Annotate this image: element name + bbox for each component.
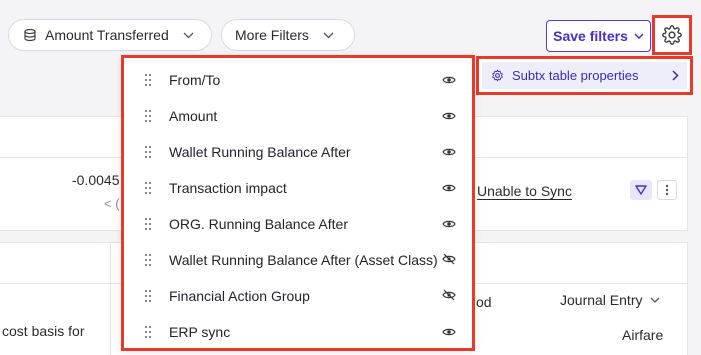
- drag-handle-icon[interactable]: [144, 253, 152, 267]
- gear-icon: [492, 69, 503, 82]
- eye-icon[interactable]: [442, 72, 456, 88]
- sync-status[interactable]: Unable to Sync: [477, 183, 572, 199]
- amount-value: -0.0045: [72, 172, 120, 188]
- table-property-row[interactable]: ORG. Running Balance After: [124, 206, 472, 242]
- kebab-menu-icon[interactable]: [657, 180, 677, 200]
- table-properties-menu: From/To Amount Wallet Running Balance Af…: [121, 55, 475, 351]
- table-property-row[interactable]: Amount: [124, 98, 472, 134]
- column-header-fragment: od: [476, 294, 492, 310]
- table-property-row[interactable]: From/To: [124, 62, 472, 98]
- eye-off-icon[interactable]: [442, 252, 456, 268]
- amount-transferred-filter[interactable]: Amount Transferred: [8, 19, 212, 51]
- eye-icon[interactable]: [442, 216, 456, 232]
- chevron-down-icon: [634, 33, 644, 39]
- table-properties-list: From/To Amount Wallet Running Balance Af…: [124, 62, 472, 350]
- table-property-row[interactable]: Financial Action Group: [124, 278, 472, 314]
- eye-icon[interactable]: [442, 180, 456, 196]
- more-filters-label: More Filters: [235, 27, 309, 43]
- journal-entry-label: Journal Entry: [560, 292, 643, 308]
- save-filters-label: Save filters: [553, 28, 628, 44]
- drag-handle-icon[interactable]: [144, 217, 152, 231]
- table-property-label: From/To: [169, 72, 221, 88]
- journal-entry-select[interactable]: Journal Entry: [560, 292, 660, 308]
- filter-icon[interactable]: [630, 180, 652, 200]
- table-property-label: Transaction impact: [169, 180, 287, 196]
- background-divider-left: [0, 283, 112, 284]
- more-filters-button[interactable]: More Filters: [221, 19, 355, 51]
- table-property-label: Financial Action Group: [169, 288, 310, 304]
- amount-transferred-label: Amount Transferred: [45, 27, 169, 43]
- coins-icon: [24, 28, 36, 42]
- settings-button[interactable]: [652, 15, 692, 55]
- settings-submenu: Subtx table properties: [476, 56, 693, 95]
- chevron-down-icon: [323, 32, 334, 38]
- table-property-row[interactable]: Wallet Running Balance After: [124, 134, 472, 170]
- chevron-down-icon: [183, 32, 194, 38]
- subtx-table-properties-label: Subtx table properties: [512, 68, 639, 83]
- subtx-table-properties-item[interactable]: Subtx table properties: [482, 62, 687, 89]
- eye-icon[interactable]: [442, 108, 456, 124]
- table-property-row[interactable]: Wallet Running Balance After (Asset Clas…: [124, 242, 472, 278]
- airfare-value: Airfare: [622, 327, 664, 343]
- drag-handle-icon[interactable]: [144, 325, 152, 339]
- eye-icon[interactable]: [442, 144, 456, 160]
- drag-handle-icon[interactable]: [144, 73, 152, 87]
- table-property-row[interactable]: Transaction impact: [124, 170, 472, 206]
- chevron-right-icon: [672, 70, 679, 81]
- amount-subtext: < (: [104, 196, 120, 211]
- gear-icon: [662, 25, 682, 45]
- eye-icon[interactable]: [442, 324, 456, 340]
- drag-handle-icon[interactable]: [144, 145, 152, 159]
- drag-handle-icon[interactable]: [144, 109, 152, 123]
- eye-off-icon[interactable]: [442, 288, 456, 304]
- table-property-label: Amount: [169, 108, 218, 124]
- drag-handle-icon[interactable]: [144, 181, 152, 195]
- table-property-label: ERP sync: [169, 324, 231, 340]
- table-property-label: Wallet Running Balance After (Asset Clas…: [169, 252, 438, 268]
- chevron-down-icon: [651, 297, 660, 303]
- drag-handle-icon[interactable]: [144, 289, 152, 303]
- table-property-label: Wallet Running Balance After: [169, 144, 351, 160]
- table-property-label: ORG. Running Balance After: [169, 216, 348, 232]
- table-property-row[interactable]: ERP sync: [124, 314, 472, 350]
- save-filters-button[interactable]: Save filters: [546, 20, 651, 52]
- cost-basis-text: cost basis for: [2, 323, 85, 339]
